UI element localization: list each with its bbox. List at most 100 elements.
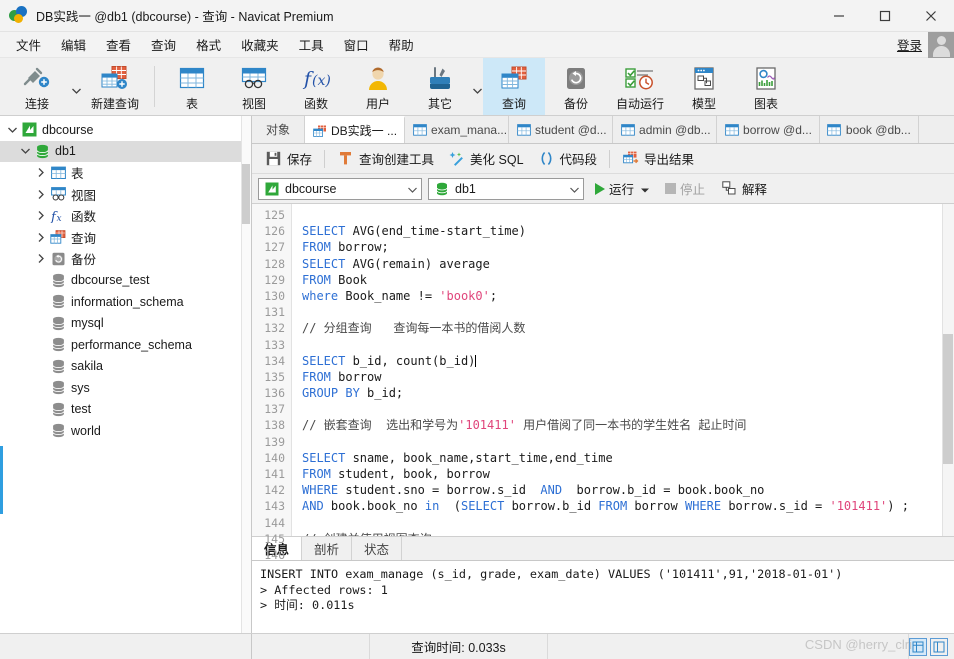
menu-item-query[interactable]: 查询 [141,32,186,57]
sidebar-item-backups[interactable]: 备份 [0,248,251,270]
login-link[interactable]: 登录 [897,35,922,54]
form-view-icon[interactable] [930,637,948,656]
code-line[interactable]: // 分组查询 查询每一本书的借阅人数 [302,320,954,336]
sidebar-item-world[interactable]: world [0,420,251,442]
menu-item-window[interactable]: 窗口 [334,32,379,57]
ribbon-model-button[interactable]: 模型 [673,58,735,115]
export-result-button[interactable]: 导出结果 [615,146,701,171]
code-line[interactable]: GROUP BY b_id; [302,385,954,401]
ribbon-other-button[interactable]: 其它 [409,58,471,115]
stop-button[interactable]: 停止 [660,177,710,200]
sidebar-item-views[interactable]: 视图 [0,184,251,206]
twisty-right-icon[interactable] [33,168,49,178]
menu-item-edit[interactable]: 编辑 [51,32,96,57]
code-snippet-button[interactable]: 代码段 [531,146,605,171]
user-avatar-icon[interactable] [928,31,954,58]
tab-objects[interactable]: 对象 [252,116,306,143]
code-line[interactable]: FROM Book [302,272,954,288]
other-dropdown-chevron-down-icon[interactable] [471,58,483,115]
code-line[interactable] [302,515,954,531]
code-line[interactable]: FROM borrow; [302,239,954,255]
ribbon-backup-button[interactable]: 备份 [545,58,607,115]
save-button[interactable]: 保存 [258,146,319,171]
sidebar-item-db1[interactable]: db1 [0,140,251,162]
code-line[interactable] [302,207,954,223]
ribbon-chart-button[interactable]: 图表 [735,58,797,115]
sidebar-item-sakila[interactable]: sakila [0,356,251,378]
connection-dropdown-chevron-down-icon[interactable] [70,58,82,115]
editor-vertical-scrollbar[interactable] [942,204,954,536]
ribbon-query-button[interactable]: 查询 [483,58,545,115]
chevron-down-icon[interactable] [638,182,650,196]
ribbon-table-button[interactable]: 表 [161,58,223,115]
chevron-down-icon[interactable] [404,182,417,196]
sidebar-scrollbar[interactable] [241,116,251,633]
editor-scrollbar-thumb[interactable] [943,334,953,464]
results-tab-profile[interactable]: 剖析 [302,537,353,560]
maximize-icon[interactable] [862,0,908,32]
code-line[interactable]: FROM borrow [302,369,954,385]
query-builder-button[interactable]: 查询创建工具 [330,146,441,171]
sql-code-area[interactable]: SELECT AVG(end_time-start_time) FROM borr… [292,204,954,536]
code-line[interactable]: SELECT b_id, count(b_id) [302,353,954,369]
code-line[interactable]: // 创建并使用视图查询 [302,531,954,536]
sidebar-item-tables[interactable]: 表 [0,162,251,184]
code-line[interactable] [302,401,954,417]
code-line[interactable]: FROM student, book, borrow [302,466,954,482]
code-line[interactable]: SELECT AVG(end_time-start_time) [302,223,954,239]
menu-item-file[interactable]: 文件 [6,32,51,57]
minimize-icon[interactable] [816,0,862,32]
code-line[interactable] [302,434,954,450]
menu-item-favorites[interactable]: 收藏夹 [231,32,289,57]
twisty-down-icon[interactable] [17,148,33,155]
sidebar-scrollbar-thumb[interactable] [242,164,250,224]
sidebar-item-functions[interactable]: fx 函数 [0,205,251,227]
twisty-right-icon[interactable] [33,189,49,199]
sidebar-item-information_schema[interactable]: information_schema [0,291,251,313]
ribbon-view-button[interactable]: 视图 [223,58,285,115]
close-icon[interactable] [908,0,954,32]
sql-editor[interactable]: 125 126 127 128 129 130 131 132 133 134 135 136 137 1… [252,204,954,562]
ribbon-user-button[interactable]: 用户 [347,58,409,115]
tab-student[interactable]: student @d... [509,116,614,143]
ribbon-new-query-button[interactable]: 新建查询 [82,58,148,115]
run-button[interactable]: 运行 [590,177,654,200]
database-select[interactable]: db1 [428,177,584,200]
ribbon-automation-button[interactable]: 自动运行 [607,58,673,115]
sidebar-item-queries[interactable]: 查询 [0,227,251,249]
code-line[interactable]: AND book.book_no in (SELECT borrow.b_id … [302,498,954,514]
twisty-right-icon[interactable] [33,211,49,221]
tab-borrow[interactable]: borrow @d... [717,116,820,143]
code-line[interactable]: SELECT sname, book_name,start_time,end_t… [302,450,954,466]
twisty-down-icon[interactable] [4,127,20,133]
twisty-right-icon[interactable] [33,232,49,242]
chevron-down-icon[interactable] [566,182,579,196]
sidebar-item-dbcourse[interactable]: dbcourse [0,119,251,141]
code-line[interactable]: WHERE student.sno = borrow.s_id AND borr… [302,482,954,498]
beautify-sql-button[interactable]: 美化 SQL [441,146,531,171]
code-line[interactable]: SELECT AVG(remain) average [302,256,954,272]
twisty-right-icon[interactable] [33,254,49,264]
explain-button[interactable]: 解释 [716,177,772,200]
code-line[interactable] [302,304,954,320]
sidebar-item-dbcourse_test[interactable]: dbcourse_test [0,270,251,292]
ribbon-connection-button[interactable]: 连接 [4,58,70,115]
code-line[interactable] [302,337,954,353]
tab-admin[interactable]: admin @db... [613,116,718,143]
tab-exam-manage[interactable]: exam_mana... [405,116,510,143]
ribbon-function-button[interactable]: f (x) 函数 [285,58,347,115]
results-tab-status[interactable]: 状态 [352,537,403,560]
menu-item-tools[interactable]: 工具 [289,32,334,57]
sidebar-item-test[interactable]: test [0,399,251,421]
tab-db-practice-query[interactable]: DB实践一 ... [305,116,406,143]
menu-item-help[interactable]: 帮助 [379,32,424,57]
menu-item-view[interactable]: 查看 [96,32,141,57]
sidebar-item-mysql[interactable]: mysql [0,313,251,335]
code-line[interactable]: where Book_name != 'book0'; [302,288,954,304]
code-line[interactable]: // 嵌套查询 选出和学号为'101411' 用户借阅了同一本书的学生姓名 起止… [302,417,954,433]
tab-book[interactable]: book @db... [820,116,919,143]
connection-select[interactable]: dbcourse [258,177,422,200]
sidebar-item-sys[interactable]: sys [0,377,251,399]
sidebar-item-performance_schema[interactable]: performance_schema [0,334,251,356]
menu-item-format[interactable]: 格式 [186,32,231,57]
